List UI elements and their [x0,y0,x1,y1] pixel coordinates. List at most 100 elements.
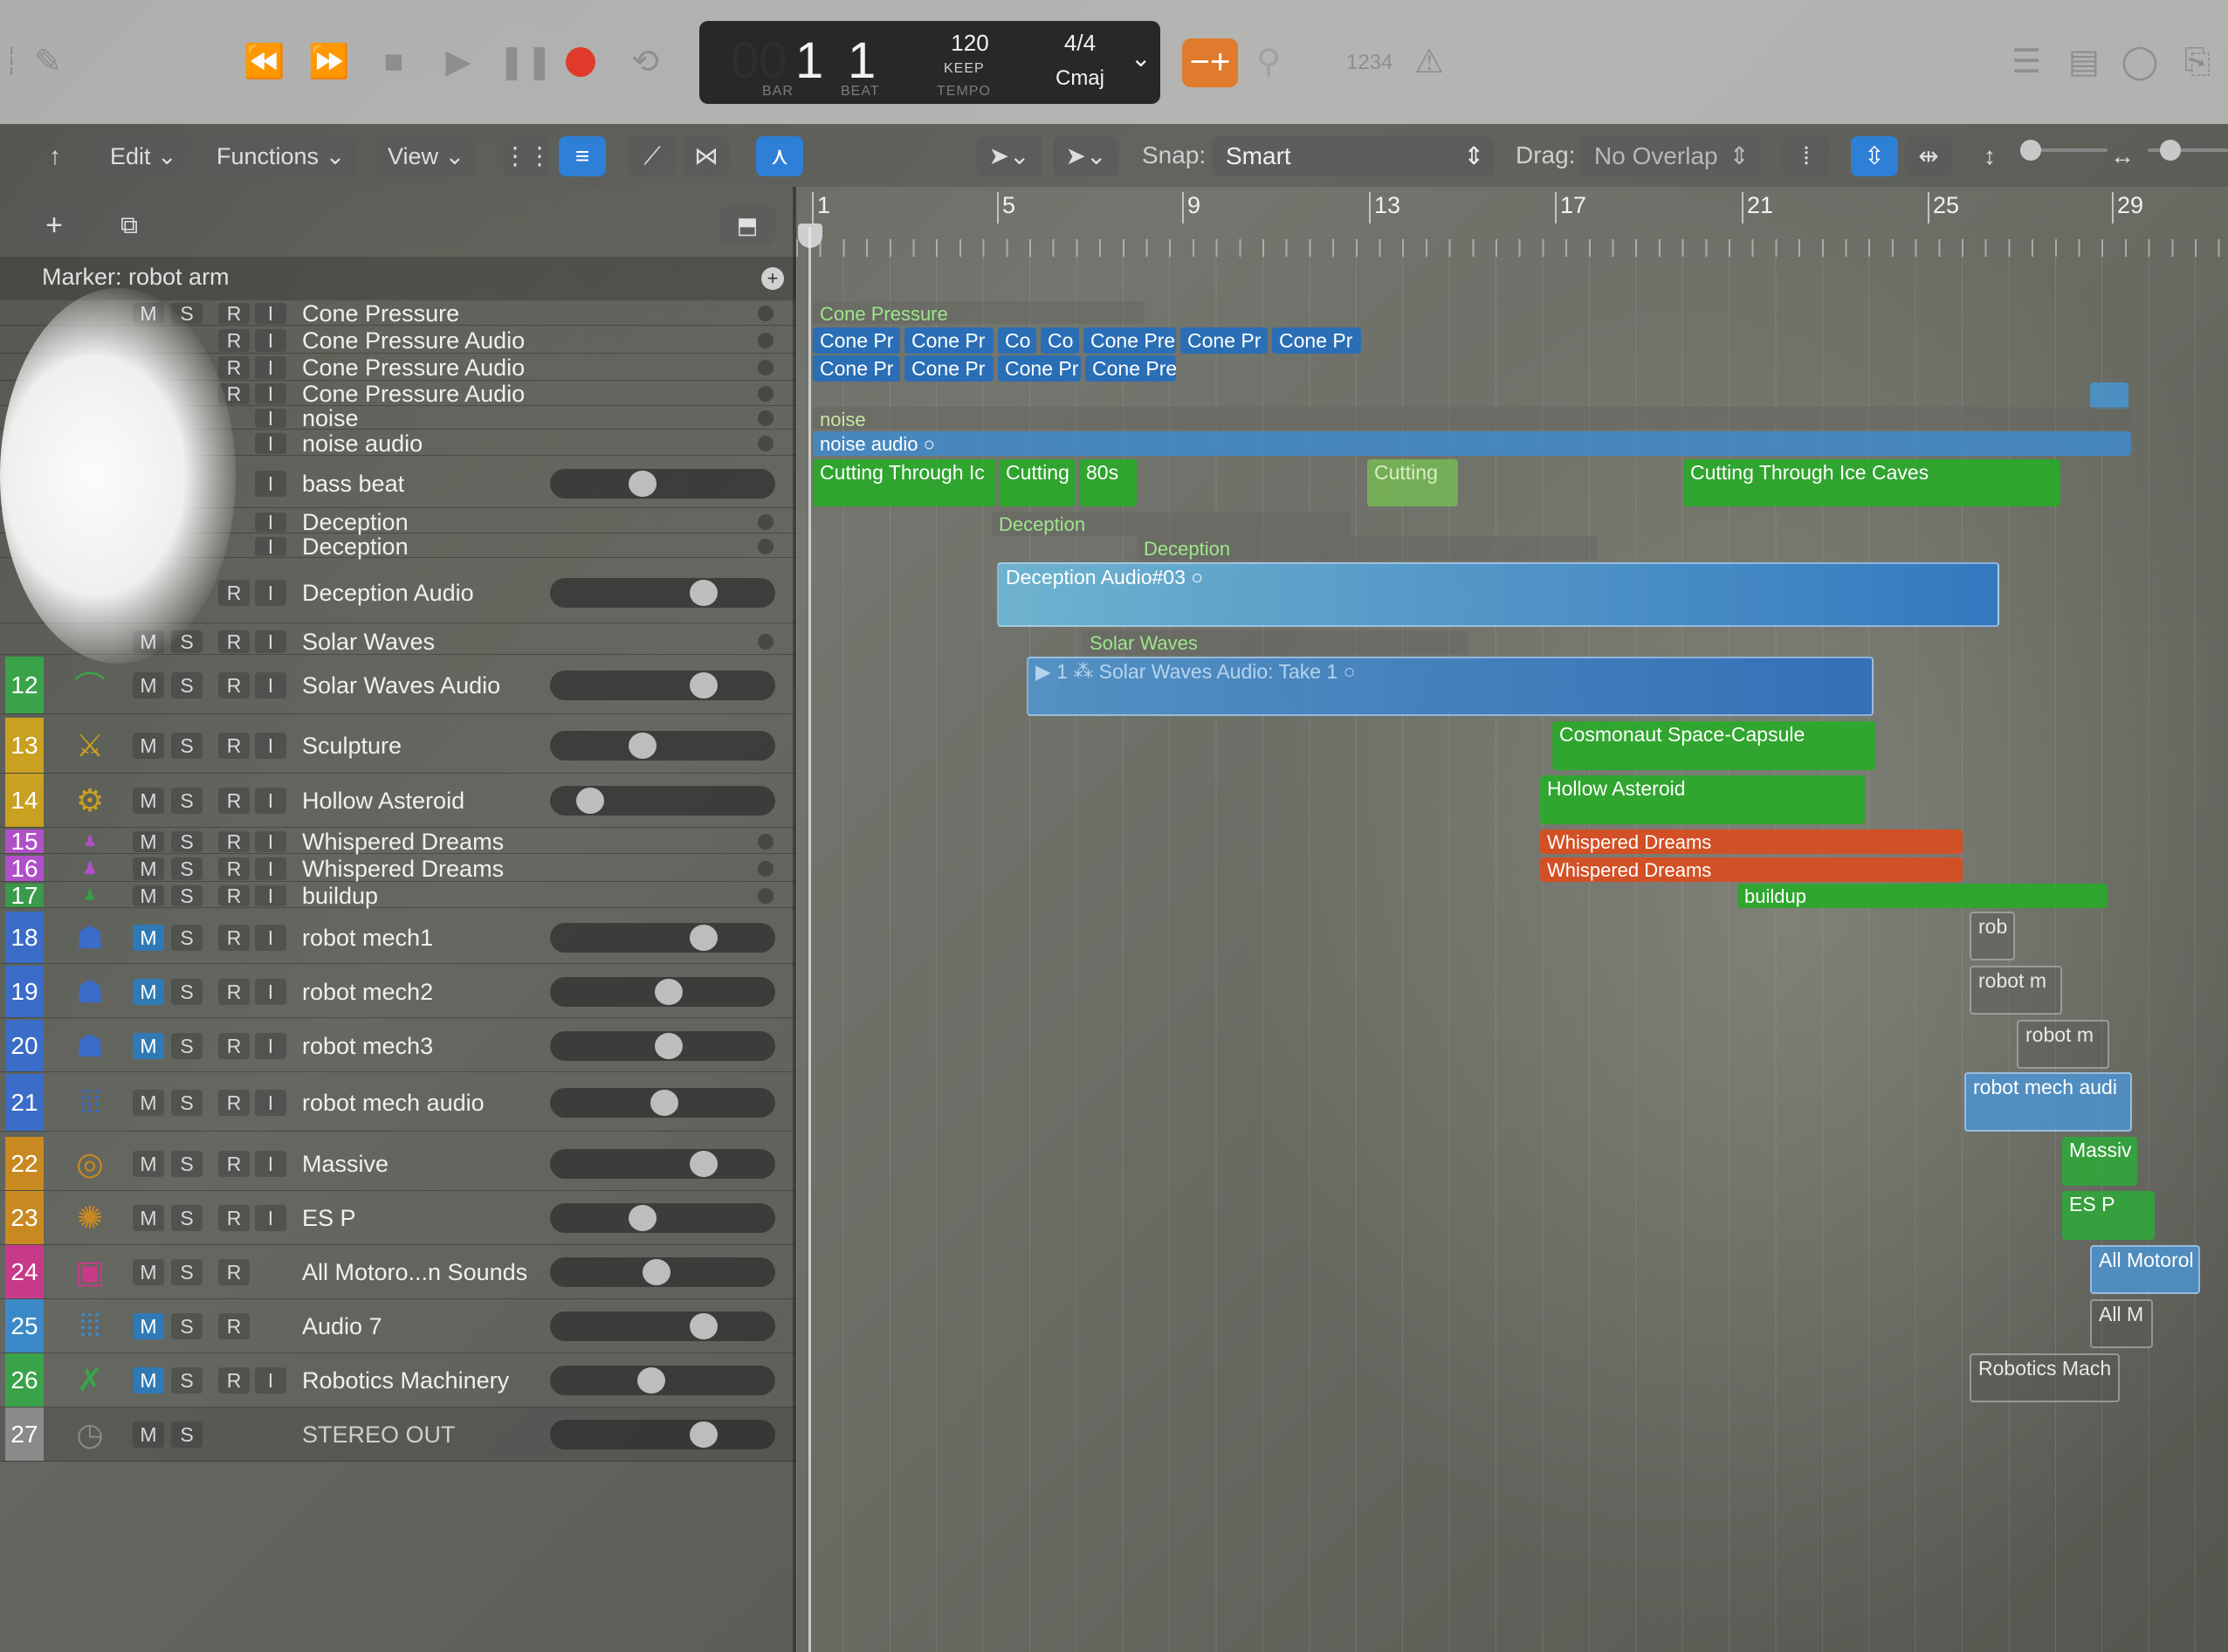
region-robot-mech1[interactable]: rob [1970,912,2015,960]
track-row[interactable]: 20 ☗ M S R Irobot mech3 [0,1020,796,1072]
solo-button[interactable]: S [171,1259,203,1285]
volume-slider[interactable] [550,1031,775,1061]
mute-button[interactable]: M [133,1205,164,1231]
volume-slider[interactable] [550,1203,775,1233]
track-name[interactable]: robot mech audio [302,1090,485,1117]
key-signature[interactable]: Cmaj [1045,66,1115,91]
solo-button[interactable]: S [171,1090,203,1116]
input-monitor-button[interactable]: I [255,1090,286,1116]
track-row[interactable]: 12 ⌒ M S R I Solar Waves Audio [0,657,796,714]
input-monitor-button[interactable]: I [255,356,286,379]
region-audio-7[interactable]: All M [2090,1299,2153,1348]
pause-icon[interactable]: ❚❚ [498,40,554,84]
track-name[interactable]: Deception [302,533,409,561]
solo-button[interactable]: S [171,1151,203,1177]
region-deception[interactable]: Deception [992,512,1350,536]
input-monitor-button[interactable]: I [255,733,286,759]
input-monitor-button[interactable]: I [255,383,286,404]
mute-button[interactable]: M [133,857,164,880]
track-row[interactable]: M S R I Solar Waves [0,629,796,655]
record-enable-button[interactable]: R [218,1151,250,1177]
solo-button[interactable]: S [171,979,203,1005]
track-row[interactable]: 22 ◎ M S R I Massive [0,1137,796,1191]
track-row[interactable]: I Deception [0,509,796,536]
slider-knob[interactable] [629,471,657,497]
region-cone-pressure-audio[interactable]: Cone Pr [813,355,900,382]
track-name[interactable]: Solar Waves [302,629,435,656]
record-enable-button[interactable]: R [218,580,250,606]
region-cone-pressure-audio[interactable]: Cone Pr [904,355,994,382]
note-pad-icon[interactable]: ▤ [2062,40,2106,84]
track-name[interactable]: Deception [302,509,409,536]
input-monitor-button[interactable]: I [255,433,286,454]
region-cone-pressure-audio[interactable]: Co [1041,327,1079,354]
mute-button[interactable]: M [133,1259,164,1285]
input-monitor-button[interactable]: I [255,857,286,880]
waveform-zoom-icon[interactable]: ⦙ [1783,136,1830,176]
volume-slider[interactable] [550,1149,775,1179]
slider-knob[interactable] [690,1421,718,1448]
solo-button[interactable]: S [171,733,203,759]
solo-button[interactable]: S [171,925,203,951]
track-row[interactable]: 15 ♟ M S R I Whispered Dreams [0,828,796,855]
record-enable-button[interactable]: R [218,885,250,906]
mute-button[interactable]: M [133,1033,164,1059]
region-robot-mech3[interactable]: robot m [2017,1020,2109,1069]
track-row[interactable]: 18 ☗ M S R Irobot mech1 [0,912,796,964]
region-bass-beat[interactable]: Cutting Through Ic [813,459,996,506]
track-row[interactable]: R I Deception Audio [0,562,796,623]
mute-button[interactable]: M [133,733,164,759]
input-monitor-button[interactable]: I [255,630,286,653]
solo-button[interactable]: S [171,1367,203,1394]
time-signature[interactable]: 4/4 [1045,30,1115,57]
slider-knob[interactable] [576,788,604,814]
record-enable-button[interactable]: R [218,1313,250,1339]
solo-button[interactable]: S [171,1033,203,1059]
flex-icon[interactable]: ⋈ [683,136,730,176]
record-enable-button[interactable]: R [218,733,250,759]
cycle-icon[interactable]: ⟲ [623,40,667,84]
region-noise[interactable]: noise [813,407,2131,430]
duplicate-track-icon[interactable]: ⧉ [101,206,157,244]
input-monitor-button[interactable]: I [255,471,286,497]
track-row[interactable]: 16 ♟ M S R I Whispered Dreams [0,855,796,882]
record-enable-button[interactable]: R [218,1090,250,1116]
track-row[interactable]: R I Cone Pressure Audio [0,354,796,381]
input-monitor-button[interactable]: I [255,580,286,606]
track-row[interactable]: R I Cone Pressure Audio [0,327,796,354]
region-robotics-machinery[interactable]: Robotics Mach [1970,1353,2120,1402]
automation-icon[interactable]: ⟋ [629,136,676,176]
pencil-icon[interactable]: ✎ [26,40,70,84]
track-row[interactable]: Inoise [0,405,796,431]
track-name[interactable]: Robotics Machinery [302,1367,509,1394]
metronome-icon[interactable]: ⚠ [1407,40,1451,84]
region-hollow-asteroid[interactable]: Hollow Asteroid [1540,775,1865,824]
track-name[interactable]: bass beat [302,471,404,498]
region-whispered-dreams[interactable]: Whispered Dreams [1540,829,1963,854]
track-name[interactable]: buildup [302,883,378,910]
mute-button[interactable]: M [133,672,164,699]
track-name[interactable]: Cone Pressure [302,300,459,327]
mute-button[interactable]: M [133,1313,164,1339]
solo-button[interactable]: S [171,630,203,653]
volume-slider[interactable] [550,1366,775,1395]
slider-knob[interactable] [690,580,718,606]
functions-menu[interactable]: Functions ⌄ [204,136,358,176]
solo-button[interactable]: S [171,885,203,906]
slider-knob[interactable] [629,733,657,759]
track-row[interactable]: M S R I Cone Pressure [0,300,796,327]
input-monitor-button[interactable]: I [255,979,286,1005]
lcd-display[interactable]: 00 1 1 BAR BEAT 120 KEEP TEMPO 4/4 Cmaj … [699,21,1160,104]
input-monitor-button[interactable]: I [255,303,286,324]
region-deception[interactable]: Deception [1137,536,1598,561]
track-row[interactable]: R I Cone Pressure Audio [0,381,796,407]
track-row[interactable]: 27 ◷ M S STEREO OUT [0,1408,796,1462]
solo-button[interactable]: S [171,1313,203,1339]
record-enable-button[interactable]: R [218,356,250,379]
track-name[interactable]: noise audio [302,430,423,458]
region-buildup[interactable]: buildup [1737,884,2108,908]
stop-icon[interactable]: ■ [372,40,416,84]
track-row[interactable]: Inoise audio [0,430,796,458]
track-name[interactable]: Cone Pressure Audio [302,327,525,354]
list-editor-icon[interactable]: ☰ [2005,40,2048,84]
